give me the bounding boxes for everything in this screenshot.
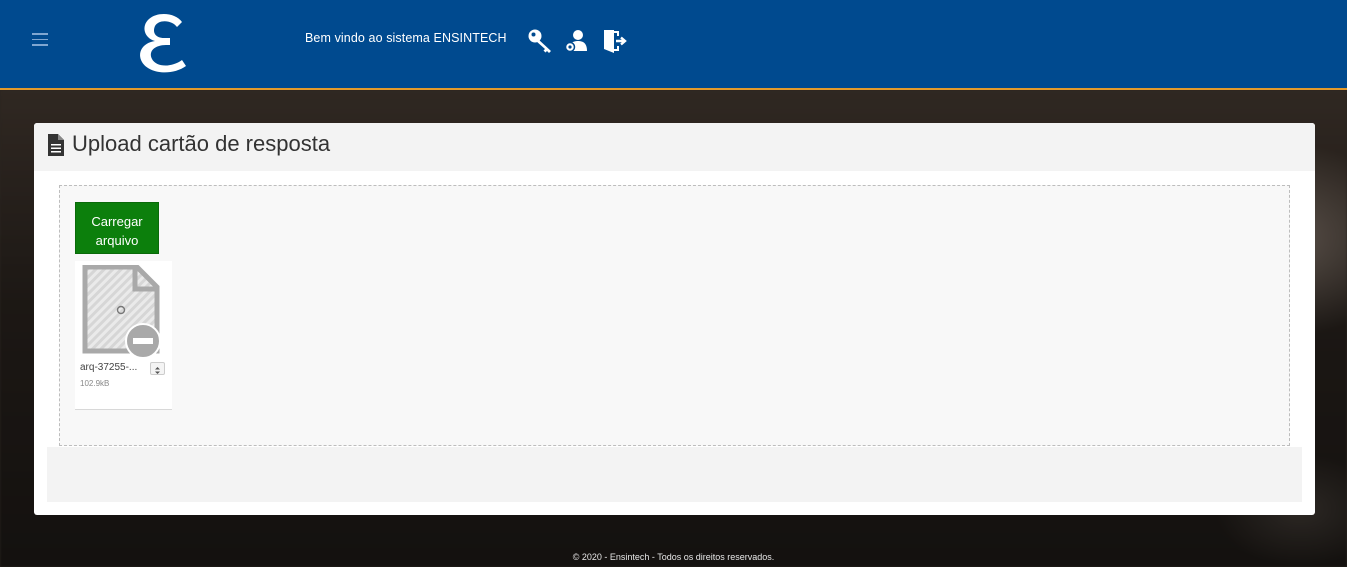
chevron-updown-icon — [155, 367, 160, 374]
top-navbar: Bem vindo ao sistema ENSINTECH — [0, 0, 1347, 90]
menu-icon[interactable] — [32, 33, 48, 46]
upload-panel: Upload cartão de resposta Carregar arqui… — [34, 123, 1315, 515]
panel-footer — [47, 447, 1302, 502]
user-settings-icon[interactable] — [563, 27, 591, 55]
upload-file-button[interactable]: Carregar arquivo — [75, 202, 159, 254]
logout-icon[interactable] — [601, 27, 629, 55]
file-dropzone[interactable]: Carregar arquivo arq-37255-... 102.9kB — [59, 185, 1290, 446]
file-thumbnail-icon — [82, 265, 161, 359]
page-title: Upload cartão de resposta — [72, 131, 331, 156]
key-icon[interactable] — [526, 27, 554, 55]
panel-header: Upload cartão de resposta — [34, 123, 1315, 171]
welcome-message: Bem vindo ao sistema ENSINTECH — [305, 31, 507, 45]
document-icon — [48, 134, 64, 156]
file-preview-card: arq-37255-... 102.9kB — [75, 261, 172, 410]
file-options-toggle[interactable] — [150, 362, 165, 375]
file-size: 102.9kB — [80, 379, 110, 388]
copyright-footer: © 2020 - Ensintech - Todos os direitos r… — [572, 552, 775, 562]
ensintech-logo[interactable] — [130, 8, 194, 78]
file-name: arq-37255-... — [80, 362, 138, 373]
